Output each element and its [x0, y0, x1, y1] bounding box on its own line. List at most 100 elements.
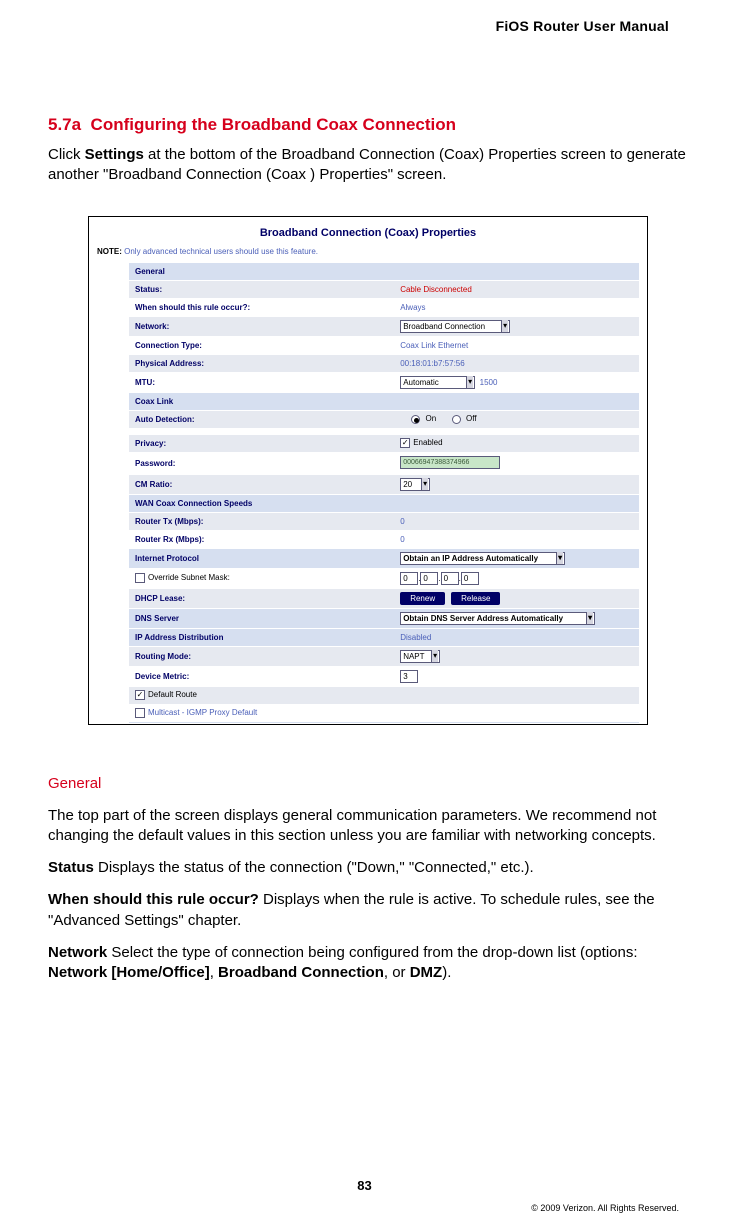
wan-header: WAN Coax Connection Speeds	[129, 496, 639, 511]
mtu-value-cell: Automatic 1500	[394, 373, 639, 392]
coax-header: Coax Link	[129, 394, 639, 409]
override-label-cell: Override Subnet Mask:	[129, 570, 394, 586]
password-input[interactable]: 00066947388374966	[400, 456, 500, 469]
tx-row: Router Tx (Mbps): 0	[129, 512, 639, 530]
net-t5: , or	[384, 964, 410, 981]
defroute-row: ✓Default Route	[129, 686, 639, 704]
status-row: Status: Cable Disconnected	[129, 280, 639, 298]
auto-row: Auto Detection: On Off	[129, 410, 639, 428]
dns-header-row: DNS Server Obtain DNS Server Address Aut…	[129, 608, 639, 628]
auto-off-radio[interactable]	[452, 415, 461, 424]
dns-header: DNS Server	[129, 611, 394, 626]
routing-value-cell: NAPT	[394, 647, 639, 666]
ipdist-header: IP Address Distribution	[129, 630, 394, 645]
igmp-cell: Multicast - IGMP Proxy Default	[129, 705, 639, 721]
rx-row: Router Rx (Mbps): 0	[129, 530, 639, 548]
ipdist-header-row: IP Address Distribution Disabled	[129, 628, 639, 646]
page-number: 83	[0, 1178, 729, 1193]
auto-value-cell: On Off	[394, 411, 639, 426]
rule-row: When should this rule occur?: Always	[129, 298, 639, 316]
ip-header-row: Internet Protocol Obtain an IP Address A…	[129, 548, 639, 568]
auto-label: Auto Detection:	[129, 412, 394, 427]
net-t7: ).	[442, 964, 451, 981]
oct3-input[interactable]: 0	[441, 572, 459, 585]
override-label: Override Subnet Mask:	[148, 573, 230, 582]
network-value-cell: Broadband Connection	[394, 317, 639, 336]
rx-label: Router Rx (Mbps):	[129, 532, 394, 547]
dns-select[interactable]: Obtain DNS Server Address Automatically	[400, 612, 595, 625]
network-select[interactable]: Broadband Connection	[400, 320, 510, 333]
override-checkbox[interactable]	[135, 573, 145, 583]
intro-1c: at the bottom of the Broadband Connectio…	[48, 146, 686, 183]
conn-value: Coax Link Ethernet	[394, 338, 639, 353]
oct2-input[interactable]: 0	[420, 572, 438, 585]
net-t3: ,	[210, 964, 218, 981]
general-header-row: General	[129, 262, 639, 280]
defroute-checkbox[interactable]: ✓	[135, 690, 145, 700]
status-value: Cable Disconnected	[394, 282, 639, 297]
override-row: Override Subnet Mask: 0.0.0.0	[129, 568, 639, 588]
routing-row: Routing Mode: NAPT	[129, 646, 639, 666]
status-label: Status:	[129, 282, 394, 297]
rx-value: 0	[394, 532, 639, 547]
net-t4: Broadband Connection	[218, 964, 384, 981]
tx-value: 0	[394, 514, 639, 529]
cm-value-cell: 20	[394, 475, 639, 494]
phys-row: Physical Address: 00:18:01:b7:57:56	[129, 354, 639, 372]
when-paragraph: When should this rule occur? Displays wh…	[48, 890, 688, 931]
release-button[interactable]: Release	[451, 592, 500, 605]
network-paragraph: Network Select the type of connection be…	[48, 943, 688, 984]
dns-value-cell: Obtain DNS Server Address Automatically	[394, 609, 639, 628]
ip-select[interactable]: Obtain an IP Address Automatically	[400, 552, 565, 565]
igmp-checkbox[interactable]	[135, 708, 145, 718]
general-header: General	[129, 264, 639, 279]
routing-label: Routing Mode:	[129, 649, 394, 664]
mtu-num: 1500	[480, 378, 498, 387]
mtu-select[interactable]: Automatic	[400, 376, 475, 389]
network-row: Network: Broadband Connection	[129, 316, 639, 336]
dhcp-label: DHCP Lease:	[129, 591, 394, 606]
pass-row: Password: 00066947388374966	[129, 452, 639, 474]
priv-checkbox[interactable]: ✓	[400, 438, 410, 448]
cm-select[interactable]: 20	[400, 478, 430, 491]
section-name: Configuring the Broadband Coax Connectio…	[91, 115, 456, 134]
intro-bold: Settings	[85, 146, 144, 163]
metric-input[interactable]: 3	[400, 670, 418, 683]
intro-1a: Click	[48, 146, 85, 163]
oct4-input[interactable]: 0	[461, 572, 479, 585]
network-term: Network	[48, 944, 107, 961]
content-area: 5.7a Configuring the Broadband Coax Conn…	[48, 115, 688, 995]
defroute-label: Default Route	[148, 690, 197, 699]
oct1-input[interactable]: 0	[400, 572, 418, 585]
override-value-cell: 0.0.0.0	[394, 569, 639, 588]
defroute-cell: ✓Default Route	[129, 687, 639, 703]
note-text: Only advanced technical users should use…	[122, 247, 318, 256]
phys-label: Physical Address:	[129, 356, 394, 371]
metric-row: Device Metric: 3	[129, 666, 639, 686]
igmp-row: Multicast - IGMP Proxy Default	[129, 704, 639, 722]
renew-button[interactable]: Renew	[400, 592, 445, 605]
cm-row: CM Ratio: 20	[129, 474, 639, 494]
priv-row: Privacy: ✓Enabled	[129, 434, 639, 452]
wan-header-row: WAN Coax Connection Speeds	[129, 494, 639, 512]
mtu-label: MTU:	[129, 375, 394, 390]
shot-title: Broadband Connection (Coax) Properties	[89, 223, 647, 245]
dhcp-value-cell: Renew Release	[394, 589, 639, 608]
metric-value-cell: 3	[394, 667, 639, 686]
screenshot-box: Broadband Connection (Coax) Properties N…	[88, 216, 648, 725]
igmp-label: Multicast - IGMP Proxy Default	[148, 708, 257, 717]
section-title: 5.7a Configuring the Broadband Coax Conn…	[48, 115, 688, 135]
priv-value: Enabled	[413, 438, 442, 447]
auto-on-radio[interactable]	[411, 415, 420, 424]
phys-value: 00:18:01:b7:57:56	[394, 356, 639, 371]
net-t2: Network [Home/Office]	[48, 964, 210, 981]
tx-label: Router Tx (Mbps):	[129, 514, 394, 529]
metric-label: Device Metric:	[129, 669, 394, 684]
routing-select[interactable]: NAPT	[400, 650, 440, 663]
rule-value: Always	[394, 300, 639, 315]
status-term: Status	[48, 859, 94, 876]
ipdist-value: Disabled	[394, 630, 639, 645]
cm-label: CM Ratio:	[129, 477, 394, 492]
status-paragraph: Status Displays the status of the connec…	[48, 858, 688, 878]
general-paragraph: The top part of the screen displays gene…	[48, 806, 688, 847]
